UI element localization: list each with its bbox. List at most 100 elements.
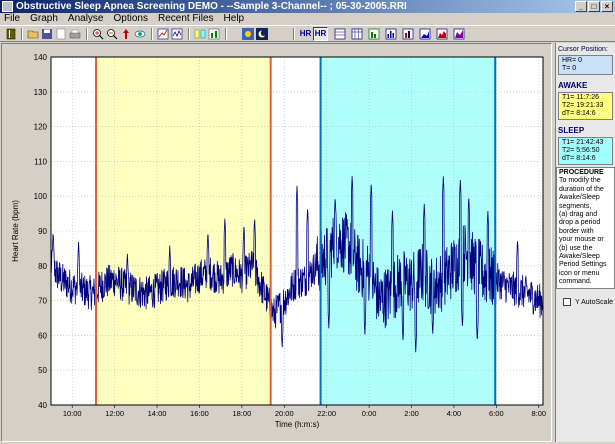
x-tick-label: 12:00 (105, 409, 124, 418)
procedure-line: duration of the (559, 185, 604, 193)
y-tick-label: 110 (34, 157, 47, 166)
menu-recent-files[interactable]: Recent Files (158, 13, 214, 25)
procedure-line: command. (559, 278, 592, 286)
x-tick-label: 22:00 (317, 409, 336, 418)
trend-icon[interactable] (418, 27, 432, 41)
menu-file[interactable]: File (4, 13, 20, 25)
x-tick-label: 18:00 (232, 409, 251, 418)
menu-bar: File Graph Analyse Options Recent Files … (0, 13, 615, 25)
x-tick-label: 4:00 (447, 409, 462, 418)
info-panel: Cursor Position: HR= 0 T= 0 AWAKE T1= 11… (555, 43, 615, 442)
minimize-button[interactable]: _ (575, 1, 587, 12)
sleep-period-box: T1= 21:42:43 T2= 5:56:50 dT= 8:14:6 (558, 137, 613, 165)
window-title: Obstructive Sleep Apnea Screening DEMO -… (16, 1, 407, 12)
x-tick-label: 2:00 (404, 409, 419, 418)
night-mode-icon[interactable] (255, 27, 269, 41)
cursor-hr: HR= 0 (562, 57, 583, 64)
procedure-box: PROCEDURE To modify the duration of the Aw… (556, 167, 615, 289)
procedure-line: icon or menu (559, 269, 600, 277)
menu-graph[interactable]: Graph (30, 13, 58, 25)
y-autoscale-checkbox[interactable] (563, 298, 571, 306)
print-preview-icon[interactable] (54, 27, 68, 41)
pan-icon[interactable] (119, 27, 133, 41)
awake-t1: T1= 11:7:26 (562, 94, 600, 101)
y-tick-label: 60 (38, 331, 47, 340)
procedure-line: Awake/Sleep (559, 194, 600, 202)
procedure-text: To modify the duration of the Awake/Sleep s… (559, 177, 612, 286)
y-tick-label: 100 (34, 192, 48, 201)
procedure-line: (a) drag and (559, 211, 598, 219)
spectrum-icon[interactable] (367, 27, 381, 41)
cursor-position-title: Cursor Position: (558, 46, 608, 53)
print-icon[interactable] (68, 27, 82, 41)
x-tick-label: 10:00 (63, 409, 82, 418)
procedure-line: Period Settings (559, 261, 607, 269)
sleep-dt: dT= 8:14:6 (562, 155, 596, 162)
table-icon[interactable] (350, 27, 364, 41)
y-tick-label: 120 (34, 123, 48, 132)
open-folder-icon[interactable] (26, 27, 40, 41)
view-icon[interactable] (133, 27, 147, 41)
x-tick-label: 6:00 (489, 409, 504, 418)
grid-icon[interactable] (333, 27, 347, 41)
close-button[interactable]: × (601, 1, 613, 12)
poincare-icon[interactable] (401, 27, 415, 41)
y-autoscale-label: Y AutoScale (575, 298, 614, 306)
procedure-line: border with (559, 227, 594, 235)
toolbar: HR HR (0, 25, 615, 42)
procedure-title: PROCEDURE (559, 169, 604, 176)
procedure-line: To modify the (559, 177, 601, 185)
procedure-line: segments, (559, 202, 592, 210)
y-tick-label: 70 (38, 297, 47, 306)
x-tick-label: 20:00 (275, 409, 294, 418)
awake-period-box: T1= 11:7:26 T2= 19:21:33 dT= 8:14:6 (558, 92, 613, 120)
y-tick-label: 130 (34, 88, 48, 97)
day-mode-icon[interactable] (241, 27, 255, 41)
app-icon (2, 1, 13, 12)
y-tick-label: 90 (38, 227, 47, 236)
y-tick-label: 80 (38, 262, 47, 271)
x-tick-label: 0:00 (362, 409, 377, 418)
awake-t2: T2= 19:21:33 (562, 102, 604, 109)
heart-rate-chart[interactable]: 40 50 60 70 80 90 100 110 120 130 140 10:00 12:00 14:… (2, 44, 551, 441)
procedure-line: (b) use the (559, 244, 593, 252)
cursor-position-box: HR= 0 T= 0 (558, 55, 613, 75)
book-icon[interactable] (4, 27, 18, 41)
y-autoscale-option[interactable]: Y AutoScale (563, 298, 613, 306)
x-axis-label: Time (h:m:s) (275, 420, 320, 429)
y-tick-label: 50 (38, 366, 47, 375)
export-icon[interactable] (452, 27, 466, 41)
period-settings-icon[interactable] (193, 27, 207, 41)
report-icon[interactable] (435, 27, 449, 41)
chart-scale-icon[interactable] (170, 27, 184, 41)
histogram-icon[interactable] (384, 27, 398, 41)
save-icon[interactable] (40, 27, 54, 41)
zoom-in-icon[interactable] (91, 27, 105, 41)
sleep-title: SLEEP (558, 126, 585, 135)
x-tick-label: 8:00 (531, 409, 546, 418)
y-tick-label: 140 (34, 53, 48, 62)
procedure-line: your mouse or (559, 236, 604, 244)
maximize-button[interactable]: □ (588, 1, 600, 12)
y-axis-label: Heart Rate (bpm) (11, 200, 20, 262)
x-tick-label: 14:00 (148, 409, 167, 418)
procedure-line: drop a period (559, 219, 601, 227)
x-tick-label: 16:00 (190, 409, 209, 418)
window-titlebar: Obstructive Sleep Apnea Screening DEMO -… (0, 0, 615, 13)
y-tick-label: 40 (38, 401, 47, 410)
awake-dt: dT= 8:14:6 (562, 110, 596, 117)
menu-options[interactable]: Options (114, 13, 148, 25)
sleep-t2: T2= 5:56:50 (562, 147, 600, 154)
menu-analyse[interactable]: Analyse (68, 13, 104, 25)
menu-help[interactable]: Help (224, 13, 245, 25)
sleep-t1: T1= 21:42:43 (562, 139, 604, 146)
cursor-t: T= 0 (562, 65, 577, 72)
hr-view-button[interactable]: HR (298, 27, 313, 41)
zoom-out-icon[interactable] (105, 27, 119, 41)
chart-settings-icon[interactable] (156, 27, 170, 41)
awake-title: AWAKE (558, 81, 588, 90)
analysis-icon[interactable] (207, 27, 221, 41)
plot-frame: 40 50 60 70 80 90 100 110 120 130 140 10:00 12:00 14:… (1, 43, 552, 442)
hr-alt-view-button[interactable]: HR (313, 27, 328, 41)
procedure-line: Awake/Sleep (559, 253, 600, 261)
